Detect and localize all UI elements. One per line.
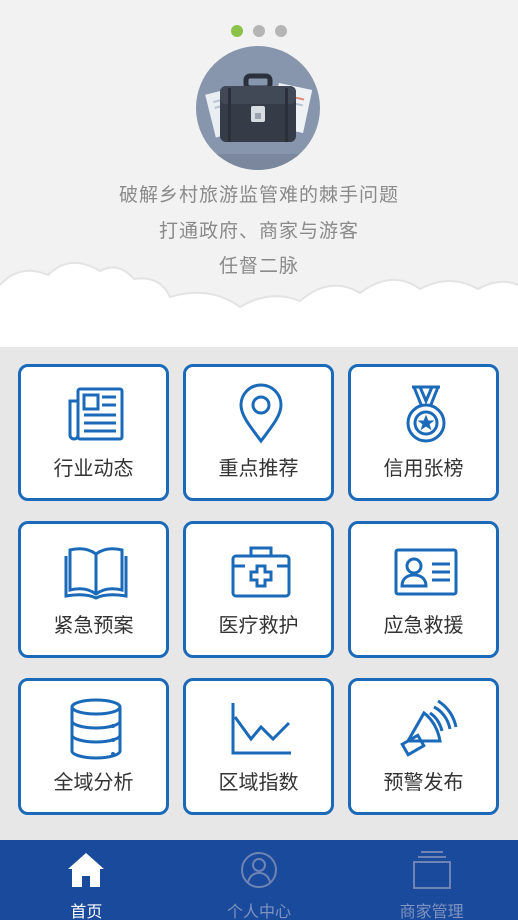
- tile-emergency-plan[interactable]: 紧急预案: [18, 521, 169, 658]
- tab-home[interactable]: 首页: [0, 840, 173, 920]
- book-icon: [64, 547, 128, 600]
- tile-label: 信用张榜: [383, 456, 464, 480]
- carousel-dot[interactable]: [275, 25, 287, 37]
- carousel-dot[interactable]: [253, 25, 265, 37]
- tile-global-analysis[interactable]: 全域分析: [18, 678, 169, 815]
- newspaper-icon: [68, 387, 124, 441]
- tab-label: 首页: [70, 902, 103, 920]
- first-aid-kit-icon: [231, 546, 291, 598]
- carousel-indicator: [0, 25, 518, 37]
- tile-warning-release[interactable]: 预警发布: [348, 678, 499, 815]
- briefcase-icon: [196, 46, 320, 170]
- tile-featured-recommendation[interactable]: 重点推荐: [183, 364, 334, 501]
- feature-grid: 行业动态 重点推荐 信用张榜 紧急预案 医疗救护 应急救援 全域分析 区域指数 …: [0, 347, 518, 840]
- tab-label: 个人中心: [227, 902, 292, 920]
- tile-label: 全域分析: [53, 770, 134, 794]
- bottom-tab-bar: 首页 个人中心 商家管理: [0, 840, 518, 920]
- tile-medical-rescue[interactable]: 医疗救护: [183, 521, 334, 658]
- tile-label: 行业动态: [53, 456, 134, 480]
- tab-merchant-management[interactable]: 商家管理: [345, 840, 518, 920]
- tile-emergency-assistance[interactable]: 应急救援: [348, 521, 499, 658]
- tile-label: 紧急预案: [53, 613, 134, 637]
- database-icon: [70, 698, 122, 760]
- banner-slogan-line-1: 破解乡村旅游监管难的棘手问题: [118, 184, 399, 206]
- tile-credit-board[interactable]: 信用张榜: [348, 364, 499, 501]
- speaker-icon: [400, 699, 458, 757]
- id-card-icon: [394, 548, 458, 596]
- tile-label: 区域指数: [218, 770, 299, 794]
- line-chart-icon: [231, 703, 291, 755]
- user-icon: [241, 852, 277, 888]
- tab-label: 商家管理: [399, 902, 464, 920]
- tile-label: 应急救援: [383, 613, 464, 637]
- location-pin-icon: [239, 383, 283, 444]
- banner-slogan-line-2: 打通政府、商家与游客: [158, 220, 359, 242]
- tile-label: 医疗救护: [218, 613, 299, 637]
- tab-personal-center[interactable]: 个人中心: [173, 840, 346, 920]
- carousel-dot-active[interactable]: [231, 25, 243, 37]
- tile-label: 重点推荐: [218, 456, 299, 480]
- tile-regional-index[interactable]: 区域指数: [183, 678, 334, 815]
- cloud-decoration: [0, 262, 518, 347]
- home-icon: [68, 853, 105, 887]
- folder-icon: [412, 851, 451, 889]
- tile-industry-news[interactable]: 行业动态: [18, 364, 169, 501]
- medal-icon: [406, 385, 446, 443]
- tile-label: 预警发布: [383, 770, 464, 794]
- banner-carousel[interactable]: 破解乡村旅游监管难的棘手问题 打通政府、商家与游客 任督二脉: [0, 0, 518, 347]
